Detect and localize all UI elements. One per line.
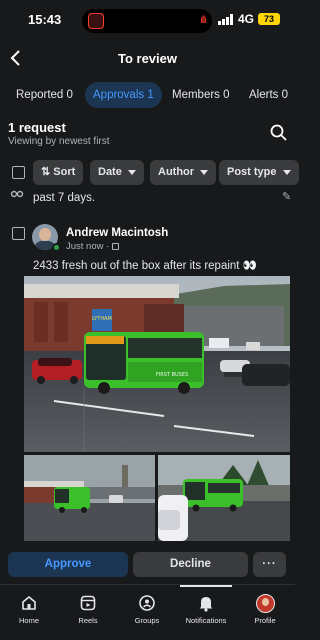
chevron-down-icon	[200, 169, 209, 175]
decline-button[interactable]: Decline	[133, 552, 248, 577]
sort-icon: ⇅	[41, 166, 51, 178]
previous-post-snippet: past 7 days. ✎	[8, 190, 303, 206]
station-sign-text: LYTHAM	[92, 316, 112, 322]
status-bar: 15:43 ıllı 4G 73	[0, 0, 295, 40]
post-author-name[interactable]: Andrew Macintosh	[66, 227, 168, 239]
nav-notifications-label: Notifications	[185, 616, 227, 625]
tab-alerts[interactable]: Alerts 0	[249, 82, 288, 108]
author-filter[interactable]: Author	[150, 160, 217, 185]
sort-note: Viewing by newest first	[8, 136, 110, 147]
status-time: 15:43	[28, 12, 62, 27]
reels-icon	[80, 595, 96, 611]
author-filter-label: Author	[158, 166, 195, 178]
nav-profile-label: Profile	[254, 616, 276, 625]
post-actions: Approve Decline ···	[0, 552, 295, 577]
home-icon	[22, 596, 36, 610]
nav-notifications[interactable]: Notifications	[181, 592, 231, 625]
group-icon	[10, 190, 24, 198]
audio-wave-icon: ıllı	[200, 15, 207, 26]
post-photo-2[interactable]	[24, 455, 155, 541]
post-time: Just now	[66, 241, 104, 252]
bottom-navigation: Home Reels Groups Notifications Profile	[0, 590, 295, 640]
chevron-down-icon	[127, 169, 136, 175]
post-type-filter[interactable]: Post type	[219, 160, 299, 185]
active-tab-indicator	[180, 585, 232, 587]
nav-reels-label: Reels	[78, 616, 98, 625]
tab-members[interactable]: Members 0	[172, 82, 230, 108]
post-meta: Just now ·	[66, 241, 119, 252]
page-header: To review	[0, 48, 295, 72]
nav-profile[interactable]: Profile	[240, 592, 290, 625]
post-photo-main[interactable]: LYTHAM FIRST BUSES	[24, 276, 290, 452]
post-photo-3[interactable]	[158, 455, 290, 541]
tab-reported[interactable]: Reported 0	[16, 82, 73, 108]
bell-icon	[199, 597, 213, 612]
bus-side-text: FIRST BUSES	[156, 372, 188, 378]
nav-groups-label: Groups	[134, 616, 160, 625]
date-filter-label: Date	[98, 166, 122, 178]
network-type: 4G	[238, 12, 255, 26]
edit-icon[interactable]: ✎	[282, 190, 291, 203]
nav-home-label: Home	[18, 616, 39, 625]
recording-app-icon	[88, 13, 104, 29]
filter-bar: ⇅ Sort Date Author Post type	[0, 160, 299, 186]
nav-reels[interactable]: Reels	[63, 592, 113, 625]
search-icon[interactable]	[270, 124, 287, 141]
chevron-down-icon	[282, 169, 291, 175]
post-checkbox[interactable]	[12, 227, 25, 240]
select-all-checkbox[interactable]	[12, 166, 25, 179]
request-count: 1 request	[8, 120, 66, 135]
battery-icon: 73	[258, 13, 280, 25]
nav-divider	[0, 584, 295, 585]
audience-icon	[111, 243, 119, 250]
previous-post-text: past 7 days.	[33, 192, 96, 204]
cellular-signal-icon	[218, 14, 233, 25]
page-title: To review	[117, 51, 177, 66]
review-tabs: Reported 0 Approvals 1 Members 0 Alerts …	[0, 82, 295, 108]
avatar-face	[39, 228, 51, 241]
profile-avatar	[255, 593, 275, 613]
nav-groups[interactable]: Groups	[122, 592, 172, 625]
post-type-filter-label: Post type	[227, 166, 277, 178]
groups-icon	[139, 595, 155, 611]
dynamic-island[interactable]: ıllı	[82, 9, 212, 33]
date-filter[interactable]: Date	[90, 160, 144, 185]
post-caption: 2433 fresh out of the box after its repa…	[33, 260, 258, 272]
online-status-dot	[52, 243, 61, 252]
nav-home[interactable]: Home	[4, 592, 54, 625]
sort-button[interactable]: ⇅ Sort	[33, 160, 84, 185]
more-options-button[interactable]: ···	[253, 552, 286, 577]
tab-approvals[interactable]: Approvals 1	[85, 82, 162, 108]
approve-button[interactable]: Approve	[8, 552, 128, 577]
sort-label: Sort	[53, 166, 76, 178]
